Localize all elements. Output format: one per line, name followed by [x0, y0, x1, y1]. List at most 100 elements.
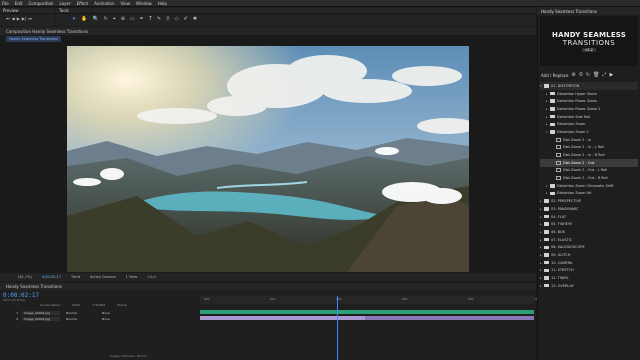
folder-item[interactable]: ▸ 07. ELASTIC [540, 236, 638, 244]
menu-item-view[interactable]: View [121, 1, 131, 6]
layer-name[interactable]: Image_00002.jpg [22, 310, 60, 315]
menu-item-file[interactable]: File [2, 1, 9, 6]
tree-item-label: Distortion Zoom [557, 122, 586, 127]
delete-icon[interactable]: 🗑 [593, 72, 599, 78]
folder-item[interactable]: ▸ 13. OVERLAY [540, 282, 638, 290]
first-frame-icon[interactable]: ⏮ [6, 16, 10, 21]
time-ruler[interactable]: 00s02s04s06s08s10s [200, 296, 539, 304]
text-tool-icon[interactable]: T [149, 16, 152, 22]
folder-icon [544, 214, 549, 219]
folder-item[interactable]: ▸ 04. FLAT [540, 213, 638, 221]
comp-time[interactable]: 0:00:02:17 [42, 275, 61, 279]
folder-item[interactable]: ▸ Distortion Zoom [540, 120, 638, 128]
folder-icon [550, 191, 555, 196]
roto-tool-icon[interactable]: ✐ [184, 16, 188, 22]
layer-parent[interactable]: None [102, 311, 110, 315]
layer-parent[interactable]: None [102, 317, 110, 321]
prev-frame-icon[interactable]: ◀ [12, 16, 15, 21]
puppet-tool-icon[interactable]: ✱ [193, 16, 197, 22]
preset-item[interactable]: Dist Zoom 2 - In - R Roll [540, 151, 638, 159]
playback-controls: ⏮ ◀ ▶ ▶| ⏭ [0, 14, 55, 23]
camera-tool-icon[interactable]: ⌖ [113, 16, 116, 22]
folder-item[interactable]: ▸ 03. PANORAMIC [540, 205, 638, 213]
layer-name[interactable]: Image_00003.jpg [22, 316, 60, 321]
pen-tool-icon[interactable]: ✒ [140, 16, 144, 22]
play-icon[interactable]: ▶ [17, 16, 20, 21]
mask-tool-icon[interactable]: ▭ [130, 16, 135, 22]
folder-item[interactable]: ▸ Distortion Side Roll [540, 113, 638, 121]
eraser-tool-icon[interactable]: ◇ [175, 16, 179, 22]
folder-item[interactable]: ▸ 11. STRETCH [540, 267, 638, 275]
camera-select[interactable]: Active Camera [90, 275, 116, 279]
view-layout-select[interactable]: 1 View [126, 275, 138, 279]
tree-item-label: 11. STRETCH [551, 268, 574, 273]
play-circle-icon[interactable]: ▶ [609, 72, 613, 78]
folder-icon [550, 91, 555, 96]
layer-row[interactable]: 2 Image_00003.jpg Normal None [0, 316, 200, 321]
layer-bar-1[interactable] [200, 310, 534, 314]
folder-item[interactable]: ▸ Distortion Power Zoom [540, 97, 638, 105]
layer-bar-2-segment[interactable] [365, 316, 534, 320]
hand-tool-icon[interactable]: ✋ [81, 16, 87, 22]
tree-item-label: 08. KALEIDOSCOPE [551, 245, 585, 250]
menu-item-window[interactable]: Window [136, 1, 152, 6]
preset-item[interactable]: Dist Zoom 2 - Out [540, 158, 638, 167]
preset-item[interactable]: Dist Zoom 2 - In - L Roll [540, 144, 638, 152]
folder-item[interactable]: ▸ Distortion Hyper Zoom [540, 90, 638, 98]
composition-subtab[interactable]: Handy Seamless Transitions [6, 36, 61, 42]
folder-item[interactable]: ▾ Distortion Zoom 2 [540, 128, 638, 136]
layer-row[interactable]: 1 Image_00002.jpg Normal None [0, 310, 200, 315]
expand-icon[interactable]: ⤢ [602, 72, 606, 78]
folder-item[interactable]: ▸ 08. KALEIDOSCOPE [540, 243, 638, 251]
folder-item[interactable]: ▸ Distortion Power Zoom 2 [540, 105, 638, 113]
selection-tool-icon[interactable]: ➤ [72, 16, 76, 22]
logo-line-1: HANDY SEAMLESS [552, 30, 626, 39]
preset-item[interactable]: Dist Zoom 2 - Out - L Roll [540, 167, 638, 175]
stamp-tool-icon[interactable]: ⚲ [166, 16, 170, 22]
folder-item[interactable]: ▸ 12. TWIRL [540, 274, 638, 282]
menu-item-animation[interactable]: Animation [94, 1, 114, 6]
folder-item[interactable]: ▸ 05. FISHEYE [540, 220, 638, 228]
menu-item-layer[interactable]: Layer [59, 1, 70, 6]
folder-item[interactable]: ▸ Distortion Zoom Chromatic Shift [540, 182, 638, 190]
folder-item[interactable]: ▸ 10. CAMERA [540, 259, 638, 267]
next-frame-icon[interactable]: ▶| [22, 16, 26, 21]
menu-item-help[interactable]: Help [158, 1, 167, 6]
composition-tab[interactable]: Composition Handy Seamless Transitions [0, 27, 536, 35]
exposure-offset[interactable]: +0,0 [147, 275, 156, 279]
layer-mode[interactable]: Normal [66, 311, 88, 315]
folder-item[interactable]: ▾ 01. DISTORTION [540, 82, 638, 90]
pan-tool-icon[interactable]: ⊕ [121, 16, 125, 22]
settings-icon[interactable]: ⚙ [571, 72, 575, 78]
refresh-icon[interactable]: ↻ [586, 72, 590, 78]
folder-item[interactable]: ▸ 06. BOX [540, 228, 638, 236]
preset-item[interactable]: Dist Zoom 2 - Out - R Roll [540, 174, 638, 182]
menu-item-edit[interactable]: Edit [15, 1, 23, 6]
layer-mode[interactable]: Normal [66, 317, 88, 321]
toggle-switches-modes[interactable]: Toggle Switches / Modes [110, 354, 147, 358]
timer-icon[interactable]: ⏱ [579, 72, 583, 78]
playhead[interactable] [337, 296, 338, 360]
timeline-timecode[interactable]: 0:00:02:17 [3, 292, 39, 299]
extension-logo: HANDY SEAMLESS TRANSITIONS v3.2 [540, 16, 638, 66]
composition-viewer[interactable] [67, 46, 469, 272]
preset-item[interactable]: Dist Zoom 2 - In [540, 136, 638, 144]
timeline-tab[interactable]: Handy Seamless Transitions [0, 283, 536, 290]
tree-item-label: 13. OVERLAY [551, 283, 574, 288]
resolution-select[interactable]: Third [71, 275, 80, 279]
preset-icon [556, 176, 561, 181]
add-replace-label[interactable]: Add / Replace [541, 73, 568, 78]
menu-item-composition[interactable]: Composition [28, 1, 53, 6]
folder-item[interactable]: ▸ 02. PERSPECTIVE [540, 197, 638, 205]
folder-item[interactable]: ▸ Distortion Zoom Hit [540, 190, 638, 198]
brush-tool-icon[interactable]: ✎ [157, 16, 161, 22]
last-frame-icon[interactable]: ⏭ [28, 16, 32, 21]
composition-controls: (61,7%) 0:00:02:17 Third Active Camera 1… [0, 273, 536, 281]
tree-item-label: 10. CAMERA [551, 260, 573, 265]
menu-item-effect[interactable]: Effect [77, 1, 89, 6]
folder-item[interactable]: ▸ 09. GLITCH [540, 251, 638, 259]
preset-icon [556, 137, 561, 142]
zoom-level[interactable]: (61,7%) [18, 275, 32, 279]
zoom-tool-icon[interactable]: 🔍 [92, 16, 98, 22]
rotate-tool-icon[interactable]: ↻ [104, 16, 108, 22]
